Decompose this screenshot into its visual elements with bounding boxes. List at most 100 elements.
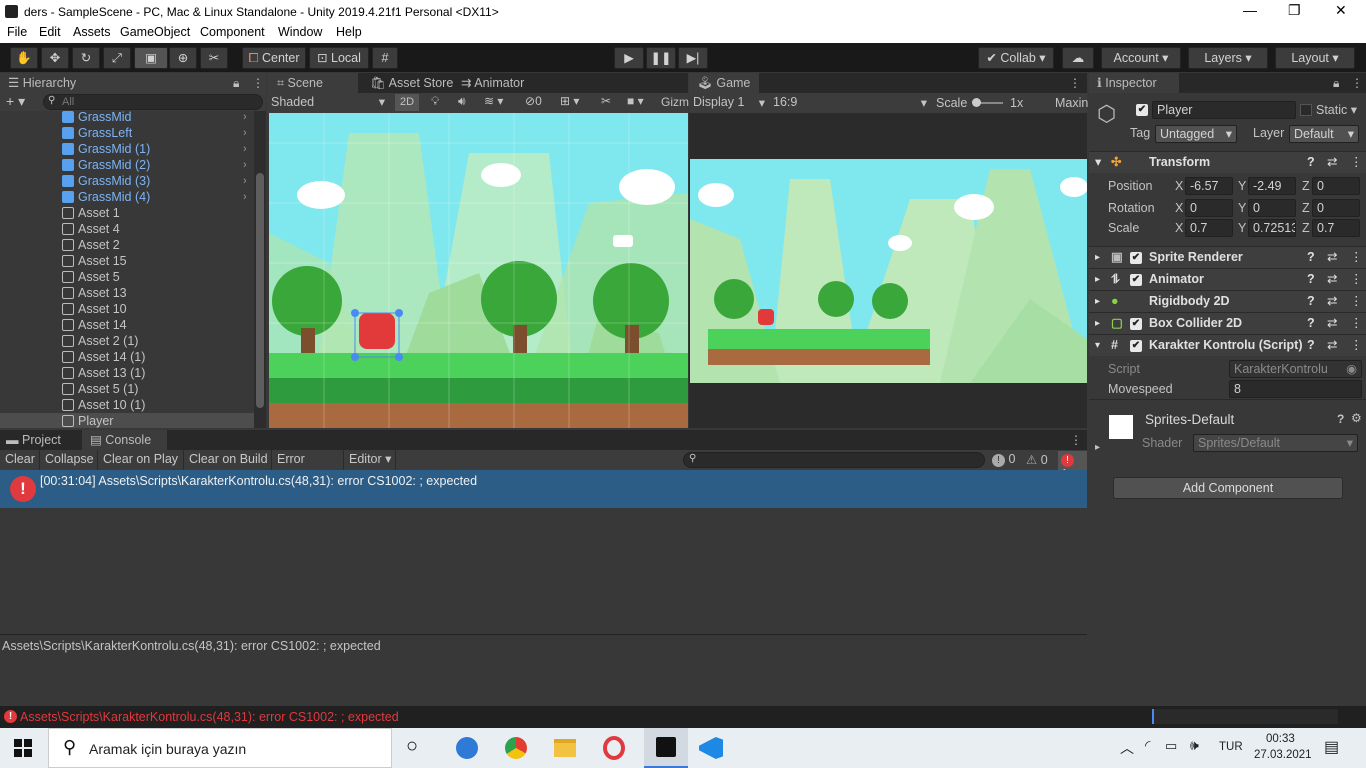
rotation-x-field[interactable]: 0 — [1185, 199, 1233, 217]
space-toggle[interactable]: ⊡ Local — [309, 47, 369, 69]
hierarchy-item[interactable]: Player — [0, 413, 262, 428]
component-enabled-checkbox[interactable]: ✔ — [1130, 318, 1142, 330]
menu-window[interactable]: Window — [278, 25, 322, 39]
hand-tool-icon[interactable]: ✋ — [10, 47, 38, 69]
lighting-icon[interactable]: 💡︎ — [431, 94, 439, 109]
rotate-tool-icon[interactable]: ↻ — [72, 47, 100, 69]
panel-menu-icon[interactable]: ⋮ — [1070, 433, 1082, 447]
hierarchy-item[interactable]: Asset 2 (1) — [0, 333, 262, 349]
hierarchy-item[interactable]: Asset 1 — [0, 205, 262, 221]
help-icon[interactable]: ? — [1307, 313, 1315, 334]
aspect-dropdown[interactable]: 16:9 ▾ — [773, 95, 929, 110]
component-menu-icon[interactable]: ⋮ — [1350, 291, 1363, 312]
hidden-objects-icon[interactable]: ⊘0 — [525, 94, 542, 108]
menu-assets[interactable]: Assets — [73, 25, 111, 39]
effects-icon[interactable]: ≋ ▾ — [484, 94, 503, 108]
foldout-arrow-icon[interactable]: ▾ — [1095, 152, 1101, 173]
clock-date[interactable]: 27.03.2021 — [1254, 749, 1312, 761]
warning-count-toggle[interactable]: ⚠ 0 — [1026, 452, 1048, 467]
grid-icon[interactable]: ⊞ ▾ — [560, 94, 579, 108]
audio-icon[interactable]: 🔊︎ — [458, 94, 466, 109]
panel-menu-icon[interactable]: ⋮ — [1351, 76, 1363, 90]
static-label[interactable]: Static ▾ — [1316, 102, 1357, 117]
maximize-button[interactable]: ❐ — [1288, 2, 1301, 19]
component-enabled-checkbox[interactable]: ✔ — [1130, 274, 1142, 286]
hierarchy-item[interactable]: Asset 10 — [0, 301, 262, 317]
hierarchy-item[interactable]: Asset 15 — [0, 253, 262, 269]
settings-icon[interactable]: ⚙ — [1351, 411, 1362, 425]
position-z-field[interactable]: 0 — [1312, 177, 1360, 195]
gizmos-dropdown[interactable]: Gizm — [661, 95, 689, 109]
maximize-on-play-toggle[interactable]: Maxin — [1055, 96, 1088, 110]
tab-inspector[interactable]: ℹ Inspector — [1089, 73, 1179, 93]
expand-arrow-icon[interactable]: › — [243, 125, 247, 141]
console-entry[interactable]: ! [00:31:04] Assets\Scripts\KarakterKont… — [0, 470, 1087, 508]
component-enabled-checkbox[interactable]: ✔ — [1130, 340, 1142, 352]
menu-file[interactable]: File — [7, 25, 27, 39]
hierarchy-scrollbar[interactable] — [254, 111, 266, 428]
hierarchy-item[interactable]: GrassMid (2) › — [0, 157, 262, 173]
hierarchy-item[interactable]: GrassMid (4) › — [0, 189, 262, 205]
2d-toggle[interactable]: 2D — [395, 94, 419, 111]
task-view-icon[interactable]: ○ — [406, 735, 418, 758]
help-icon[interactable]: ? — [1307, 269, 1315, 290]
rotation-z-field[interactable]: 0 — [1312, 199, 1360, 217]
display-dropdown[interactable]: Display 1 ▾ — [693, 95, 767, 110]
add-component-button[interactable]: Add Component — [1113, 477, 1343, 499]
tag-dropdown[interactable]: Untagged ▾ — [1155, 125, 1237, 143]
object-name-field[interactable]: Player — [1152, 101, 1296, 119]
component-menu-icon[interactable]: ⋮ — [1350, 335, 1363, 356]
taskbar-search-box[interactable]: ⚲ Aramak için buraya yazın — [48, 728, 392, 768]
foldout-arrow-icon[interactable]: ▾ — [1095, 335, 1100, 356]
hierarchy-item[interactable]: Asset 5 (1) — [0, 381, 262, 397]
panel-menu-icon[interactable]: ⋮ — [1069, 76, 1081, 90]
game-viewport[interactable] — [689, 113, 1087, 428]
menu-help[interactable]: Help — [336, 25, 362, 39]
editor-dropdown[interactable]: Editor ▾ — [344, 450, 396, 470]
camera-icon[interactable]: ■ ▾ — [627, 94, 644, 108]
help-icon[interactable]: ? — [1307, 247, 1315, 268]
component-enabled-checkbox[interactable]: ✔ — [1130, 252, 1142, 264]
tab-asset-store[interactable]: 🛍︎ Asset Store — [362, 73, 453, 93]
active-checkbox[interactable]: ✔ — [1136, 104, 1148, 116]
foldout-arrow-icon[interactable]: ▸ — [1095, 442, 1100, 453]
help-icon[interactable]: ? — [1337, 412, 1344, 426]
hierarchy-item[interactable]: Asset 5 — [0, 269, 262, 285]
component-menu-icon[interactable]: ⋮ — [1350, 152, 1363, 173]
tab-console[interactable]: ▤ Console — [82, 430, 167, 450]
rect-tool-icon[interactable]: ▣ — [134, 47, 168, 69]
status-message[interactable]: Assets\Scripts\KarakterKontrolu.cs(48,31… — [20, 710, 399, 724]
opera-icon[interactable] — [603, 736, 625, 760]
tab-scene[interactable]: ⌗ Scene — [267, 73, 358, 93]
hierarchy-item[interactable]: GrassLeft › — [0, 125, 262, 141]
log-count-toggle[interactable]: ! 0 — [992, 452, 1015, 467]
collab-dropdown[interactable]: ✔ Collab ▾ — [978, 47, 1054, 69]
shader-dropdown[interactable]: Sprites/Default ▾ — [1193, 434, 1358, 452]
expand-arrow-icon[interactable]: › — [243, 189, 247, 205]
panel-menu-icon[interactable]: ⋮ — [252, 76, 264, 90]
component-header[interactable]: ▸ ● Rigidbody 2D? ⇄ ⋮ — [1089, 290, 1366, 312]
tab-project[interactable]: ▬ Project — [0, 430, 78, 450]
hierarchy-item[interactable]: Asset 2 — [0, 237, 262, 253]
custom-tool-icon[interactable]: ✂ — [200, 47, 228, 69]
hierarchy-item[interactable]: Asset 14 (1) — [0, 349, 262, 365]
step-button[interactable]: ▶| — [678, 47, 708, 69]
preset-icon[interactable]: ⇄ — [1327, 335, 1337, 356]
volume-icon[interactable]: 🕪︎ — [1190, 737, 1199, 754]
snap-icon[interactable]: # — [372, 47, 398, 69]
rotation-y-field[interactable]: 0 — [1248, 199, 1296, 217]
component-header[interactable]: ▸ ⥮ ✔ Animator? ⇄ ⋮ — [1089, 268, 1366, 290]
tab-game[interactable]: 🕹︎ Game — [689, 73, 759, 93]
clear-button[interactable]: Clear — [0, 450, 40, 470]
hierarchy-item[interactable]: GrassMid (1) › — [0, 141, 262, 157]
move-tool-icon[interactable]: ✥ — [41, 47, 69, 69]
add-object-button[interactable]: + ▾ — [6, 93, 25, 110]
pause-button[interactable]: ❚❚ — [646, 47, 676, 69]
hierarchy-item[interactable]: Asset 4 — [0, 221, 262, 237]
hierarchy-item[interactable]: Asset 14 — [0, 317, 262, 333]
collapse-button[interactable]: Collapse — [40, 450, 98, 470]
component-menu-icon[interactable]: ⋮ — [1350, 269, 1363, 290]
battery-icon[interactable]: ▭ — [1165, 738, 1177, 754]
expand-arrow-icon[interactable]: › — [243, 141, 247, 157]
foldout-arrow-icon[interactable]: ▸ — [1095, 247, 1100, 268]
